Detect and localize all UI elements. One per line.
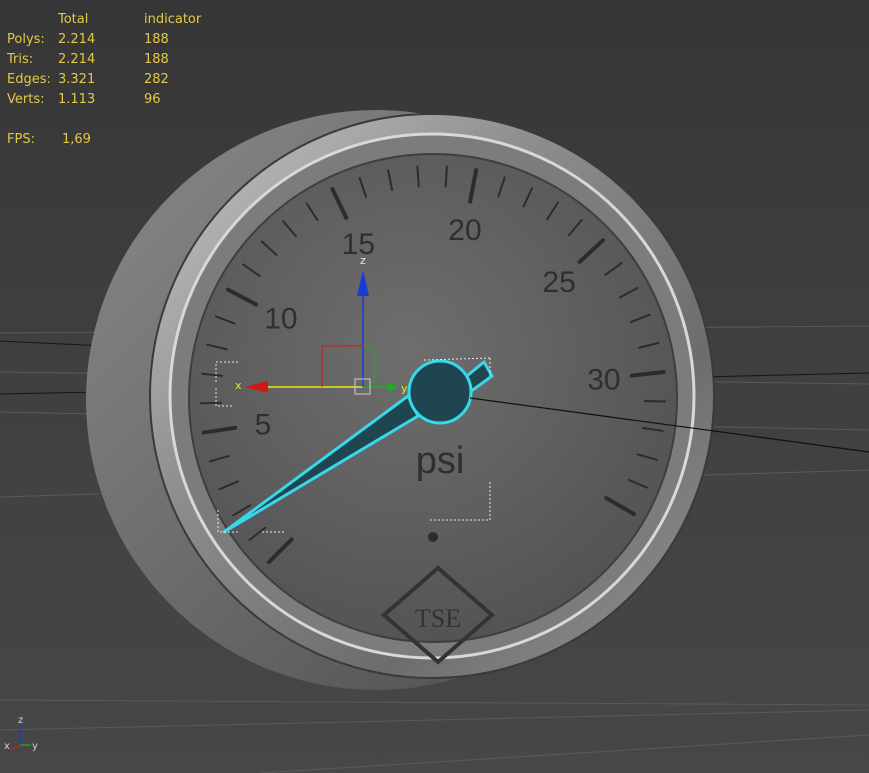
fps-label: FPS: — [7, 132, 35, 147]
stats-total: 2.214 — [58, 32, 96, 47]
gauge-scale-label: 5 — [255, 409, 272, 442]
gauge-scale-label: 30 — [587, 364, 620, 397]
gizmo-x-label: x — [235, 379, 242, 392]
tse-logo-text: TSE — [415, 604, 461, 633]
stats-total: 3.321 — [58, 72, 96, 87]
gauge-pin — [428, 532, 438, 542]
stats-header-row: Total indicator — [7, 10, 224, 30]
gizmo-z-label: z — [360, 254, 366, 267]
stats-row-verts: Verts: 1.113 96 — [7, 90, 224, 110]
stats-row-polys: Polys: 2.214 188 — [7, 30, 224, 50]
viewport-statistics: Total indicator Polys: 2.214 188 Tris: 2… — [7, 10, 224, 150]
stats-row-edges: Edges: 3.321 282 — [7, 70, 224, 90]
gauge-scale-label: 20 — [448, 214, 481, 247]
stats-label: Edges: — [7, 72, 51, 87]
stats-label: Tris: — [7, 52, 34, 67]
tripod-z-label: z — [18, 715, 23, 726]
stats-header-total: Total — [58, 12, 89, 27]
gauge-scale-label: 10 — [264, 303, 297, 336]
stats-indicator: 96 — [144, 92, 161, 107]
stats-fps-row: FPS: 1,69 — [7, 130, 224, 150]
gauge-model[interactable]: 5 10 15 20 25 30 psi TSE — [86, 110, 869, 690]
minor-tick — [416, 165, 420, 188]
stats-indicator: 188 — [144, 32, 169, 47]
axis-tripod: z y x — [4, 715, 38, 752]
stats-indicator: 282 — [144, 72, 169, 87]
tripod-y-label: y — [32, 741, 38, 752]
stats-header-indicator: indicator — [144, 12, 202, 27]
tripod-x-label: x — [4, 741, 10, 752]
stats-header-blank — [7, 10, 58, 30]
gauge-scale-label: 25 — [542, 266, 575, 299]
stats-label: Verts: — [7, 92, 45, 107]
stats-indicator: 188 — [144, 52, 169, 67]
gauge-unit-label: psi — [416, 440, 465, 482]
gizmo-y-label: y — [401, 382, 408, 395]
stats-label: Polys: — [7, 32, 45, 47]
minor-tick — [444, 165, 448, 188]
stats-row-tris: Tris: 2.214 188 — [7, 50, 224, 70]
fps-value: 1,69 — [62, 132, 91, 147]
stats-total: 2.214 — [58, 52, 96, 67]
gauge-scale-label: 15 — [342, 228, 375, 261]
stats-total: 1.113 — [58, 92, 96, 107]
